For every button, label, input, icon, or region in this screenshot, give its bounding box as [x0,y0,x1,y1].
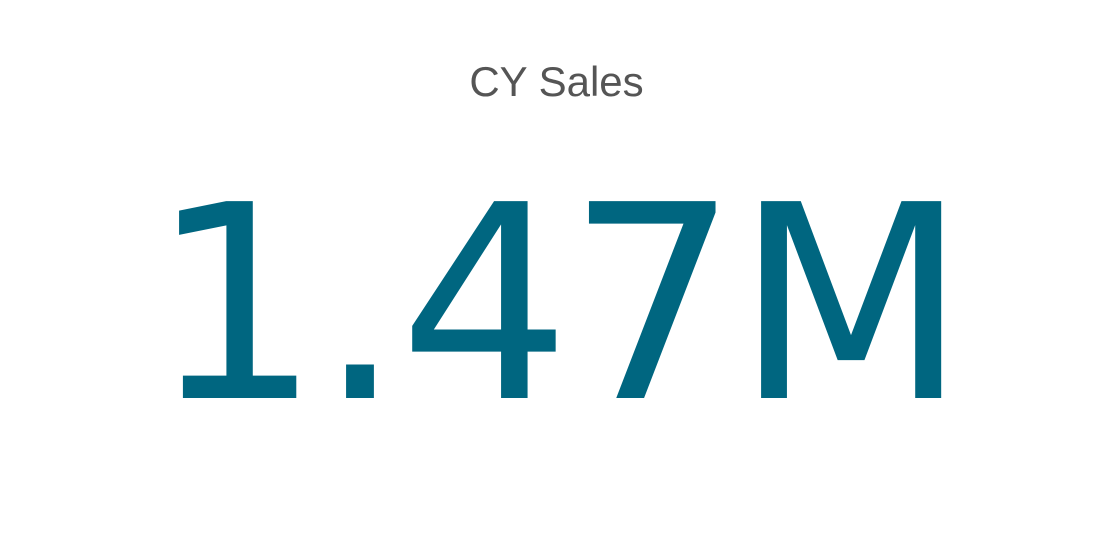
kpi-title: CY Sales [469,58,644,105]
kpi-card: CY Sales 1.47M [0,0,1113,544]
kpi-value: 1.47M [149,147,967,462]
